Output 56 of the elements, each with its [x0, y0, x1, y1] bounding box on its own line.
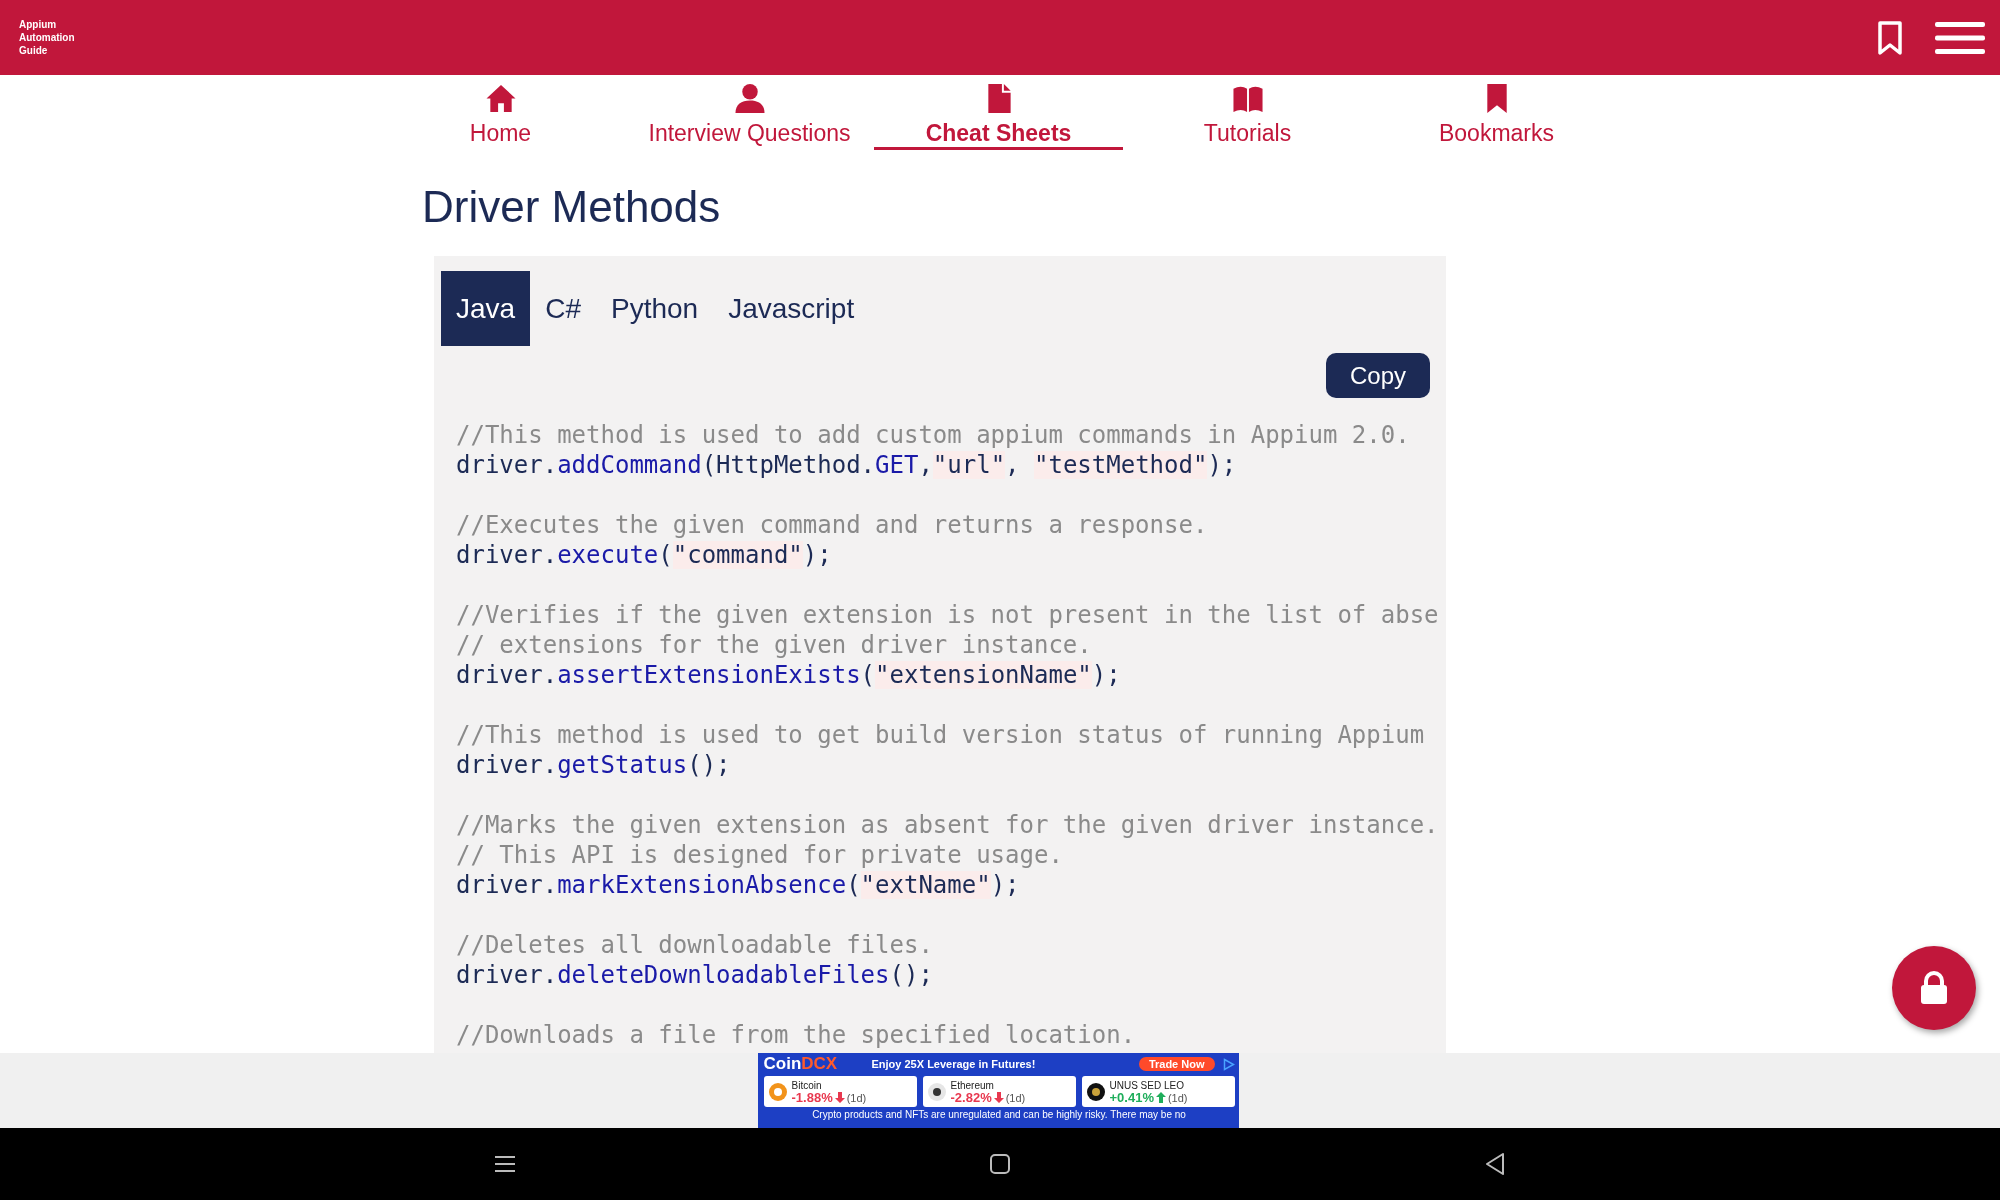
nav-tab[interactable]: Home	[376, 75, 625, 150]
price-change: +0.41%	[1109, 1091, 1154, 1104]
ad-logo: CoinDCX	[763, 1054, 839, 1074]
coin-icon	[926, 1081, 947, 1102]
period-label: (1d)	[1167, 1091, 1188, 1104]
back-icon[interactable]	[1484, 1152, 1506, 1176]
code-line: //Deletes all downloadable files.	[456, 930, 933, 960]
nav-tab[interactable]: Bookmarks	[1372, 75, 1621, 150]
coin-name: UNUS SED LEO	[1109, 1079, 1185, 1092]
language-tab[interactable]: Javascript	[713, 271, 870, 346]
coin-name: Ethereum	[950, 1079, 995, 1092]
code-line: //This method is used to add custom appium commands in Appium 2.0.	[456, 420, 1410, 450]
coin-card[interactable]: Ethereum -2.82% (1d)	[922, 1076, 1076, 1107]
code-line: driver.addCommand(HttpMethod.GET,"url", "testMethod");	[456, 450, 1237, 480]
language-tab[interactable]: C#	[530, 271, 596, 346]
code-line: driver.markExtensionAbsence("extName");	[456, 870, 1020, 900]
code-line: // This API is designed for private usage.	[456, 840, 1063, 870]
coin-card[interactable]: Bitcoin -1.88% (1d)	[763, 1076, 917, 1107]
ad-headline: Enjoy 25X Leverage in Futures!	[871, 1058, 1037, 1070]
code-line: driver.getStatus();	[456, 750, 731, 780]
ad-choices-icon[interactable]	[1222, 1057, 1235, 1071]
home-button-icon[interactable]	[989, 1153, 1011, 1175]
menu-icon[interactable]	[1935, 19, 1985, 56]
coin-name: Bitcoin	[791, 1079, 823, 1092]
code-line: driver.execute("command");	[456, 540, 832, 570]
nav-tab[interactable]: Cheat Sheets	[874, 75, 1123, 150]
coin-icon	[1085, 1081, 1106, 1102]
menu-icon[interactable]	[494, 1155, 516, 1173]
padlock-icon	[1919, 971, 1949, 1005]
ad-banner[interactable]: CoinDCX Enjoy 25X Leverage in Futures! Trade Now Bitcoin -1.88% (1d) Ethereum -2.82% (1d) UNUS SED LEO +0.41% (1d) Crypto products and NFTs are unregulated and can be highly risky. There may be no	[757, 1053, 1239, 1128]
language-tab[interactable]: Python	[595, 271, 714, 346]
person-icon	[733, 83, 766, 114]
code-line: //Marks the given extension as absent for the given driver instance.	[456, 810, 1439, 840]
price-change: -1.88%	[791, 1091, 833, 1104]
code-line: driver.deleteDownloadableFiles();	[456, 960, 933, 990]
bookmark-icon[interactable]	[1877, 19, 1903, 56]
code-line: //Executes the given command and returns a response.	[456, 510, 1208, 540]
logo-text[interactable]: Appium Automation Guide	[19, 18, 75, 57]
page-title: Driver Methods	[422, 181, 722, 233]
nav-tab[interactable]: Interview Questions	[625, 75, 874, 150]
language-tab[interactable]: Java	[441, 271, 531, 346]
code-line: // extensions for the given driver instance.	[456, 630, 1092, 660]
nav-tab[interactable]: Tutorials	[1123, 75, 1372, 150]
copy-button[interactable]: Copy	[1326, 353, 1430, 398]
coin-card[interactable]: UNUS SED LEO +0.41% (1d)	[1081, 1076, 1235, 1107]
lock-button[interactable]	[1892, 946, 1976, 1030]
home-icon	[484, 83, 517, 114]
code-line: driver.assertExtensionExists("extensionName");	[456, 660, 1121, 690]
code-line: //Verifies if the given extension is not present in the list of abse	[456, 600, 1439, 630]
code-line: //This method is used to get build version status of running Appium	[456, 720, 1425, 750]
ad-disclaimer: Crypto products and NFTs are unregulated and can be highly risky. There may be no	[811, 1109, 1187, 1120]
price-change: -2.82%	[950, 1091, 992, 1104]
period-label: (1d)	[1005, 1091, 1026, 1104]
code-line: //Downloads a file from the specified location.	[456, 1020, 1136, 1050]
coin-icon	[767, 1081, 788, 1102]
period-label: (1d)	[846, 1091, 867, 1104]
